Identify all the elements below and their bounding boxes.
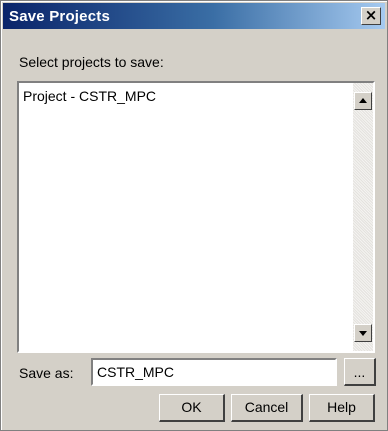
select-projects-label: Select projects to save: — [19, 54, 164, 70]
save-as-input[interactable] — [91, 358, 337, 386]
help-button[interactable]: Help — [309, 394, 375, 422]
close-icon: × — [364, 6, 378, 24]
list-item[interactable]: Project - CSTR_MPC — [23, 88, 156, 104]
arrow-up-icon — [359, 98, 367, 103]
cancel-button[interactable]: Cancel — [231, 394, 303, 422]
title-bar[interactable]: Save Projects × — [3, 3, 385, 29]
ok-button[interactable]: OK — [159, 394, 225, 422]
close-button[interactable]: × — [361, 7, 381, 25]
vertical-scrollbar[interactable] — [353, 83, 373, 351]
dialog-title: Save Projects — [9, 8, 110, 25]
projects-listbox[interactable]: Project - CSTR_MPC — [17, 81, 375, 353]
browse-button[interactable]: ... — [344, 358, 376, 386]
save-projects-dialog: Save Projects × Select projects to save:… — [0, 0, 388, 431]
scroll-down-button[interactable] — [354, 324, 372, 342]
arrow-down-icon — [359, 331, 367, 336]
save-as-label: Save as: — [19, 365, 74, 381]
scroll-up-button[interactable] — [354, 92, 372, 110]
